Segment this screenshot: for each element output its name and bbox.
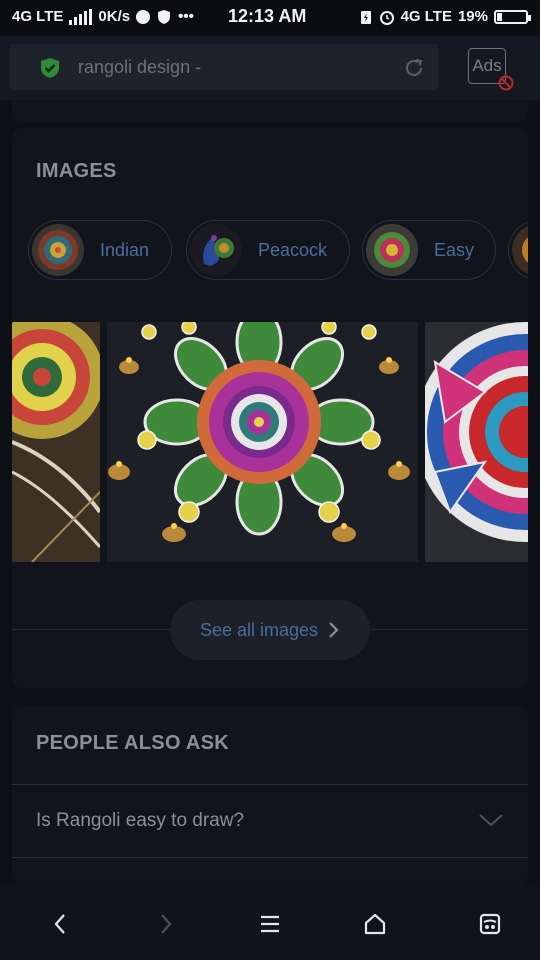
previous-card-bottom	[12, 100, 528, 122]
network-right-label: 4G LTE	[400, 8, 452, 25]
people-also-ask-card: PEOPLE ALSO ASK Is Rangoli easy to draw?	[12, 706, 528, 886]
paa-section-title: PEOPLE ALSO ASK	[36, 732, 230, 754]
image-chips-row: Indian Peacock Easy	[28, 220, 528, 284]
chip-label: Peacock	[258, 239, 328, 260]
url-text: rangoli design -	[78, 57, 202, 77]
shield-status-icon	[158, 9, 171, 24]
gallery-image[interactable]	[425, 322, 528, 562]
chip-partial[interactable]	[508, 220, 528, 280]
network-left-label: 4G LTE	[12, 8, 64, 25]
home-button[interactable]	[359, 908, 391, 940]
browser-toolbar: rangoli design -	[0, 36, 540, 100]
back-button[interactable]	[44, 908, 76, 940]
divider	[12, 784, 528, 785]
menu-button[interactable]	[254, 908, 286, 940]
chip-thumbnail	[190, 224, 242, 276]
gallery-image[interactable]	[12, 322, 100, 562]
gallery-image-main[interactable]	[107, 322, 418, 562]
chip-thumbnail	[366, 224, 418, 276]
bottom-navigation	[0, 884, 540, 960]
chip-label: Indian	[100, 239, 150, 260]
chip-easy[interactable]: Easy	[362, 220, 496, 280]
see-all-label: See all images	[199, 619, 319, 640]
paa-question-text: Is Rangoli easy to draw?	[36, 810, 245, 831]
chip-peacock[interactable]: Peacock	[186, 220, 350, 280]
block-icon	[498, 75, 514, 91]
home-icon	[364, 913, 386, 935]
menu-icon	[261, 915, 279, 933]
see-all-images-button[interactable]: See all images	[170, 600, 370, 660]
shield-check-icon	[41, 58, 59, 78]
address-bar[interactable]: rangoli design -	[10, 44, 438, 90]
chip-thumbnail	[512, 224, 528, 276]
divider	[12, 857, 528, 858]
battery-saver-icon	[360, 10, 371, 24]
chip-thumbnail	[32, 224, 84, 276]
image-carousel[interactable]	[12, 322, 528, 562]
forward-button[interactable]	[150, 908, 182, 940]
tabs-button[interactable]	[474, 908, 506, 940]
chat-icon	[136, 9, 151, 24]
alarm-icon	[379, 10, 394, 25]
signal-icon	[69, 8, 93, 25]
ads-label: Ads	[472, 56, 502, 75]
more-icon: •••	[178, 8, 194, 25]
chip-indian[interactable]: Indian	[28, 220, 172, 280]
battery-percent: 19%	[457, 8, 488, 25]
status-bar: 4G LTE 0K/s ••• 12:13 AM 4G LTE 19%	[0, 0, 540, 36]
tabs-icon	[479, 913, 501, 935]
clock: 12:13 AM	[228, 6, 307, 26]
chevron-right-icon	[329, 622, 339, 638]
network-speed: 0K/s	[98, 8, 131, 25]
chevron-left-icon	[54, 914, 65, 934]
chevron-right-icon	[161, 914, 172, 934]
chevron-down-icon[interactable]	[478, 812, 504, 828]
images-section-title: IMAGES	[36, 160, 117, 182]
images-card: IMAGES Indian Peacock Easy See all image…	[12, 128, 528, 688]
ads-block-button[interactable]: Ads	[468, 48, 514, 91]
battery-icon	[494, 9, 531, 24]
reload-icon[interactable]	[402, 56, 426, 80]
chip-label: Easy	[434, 239, 475, 260]
